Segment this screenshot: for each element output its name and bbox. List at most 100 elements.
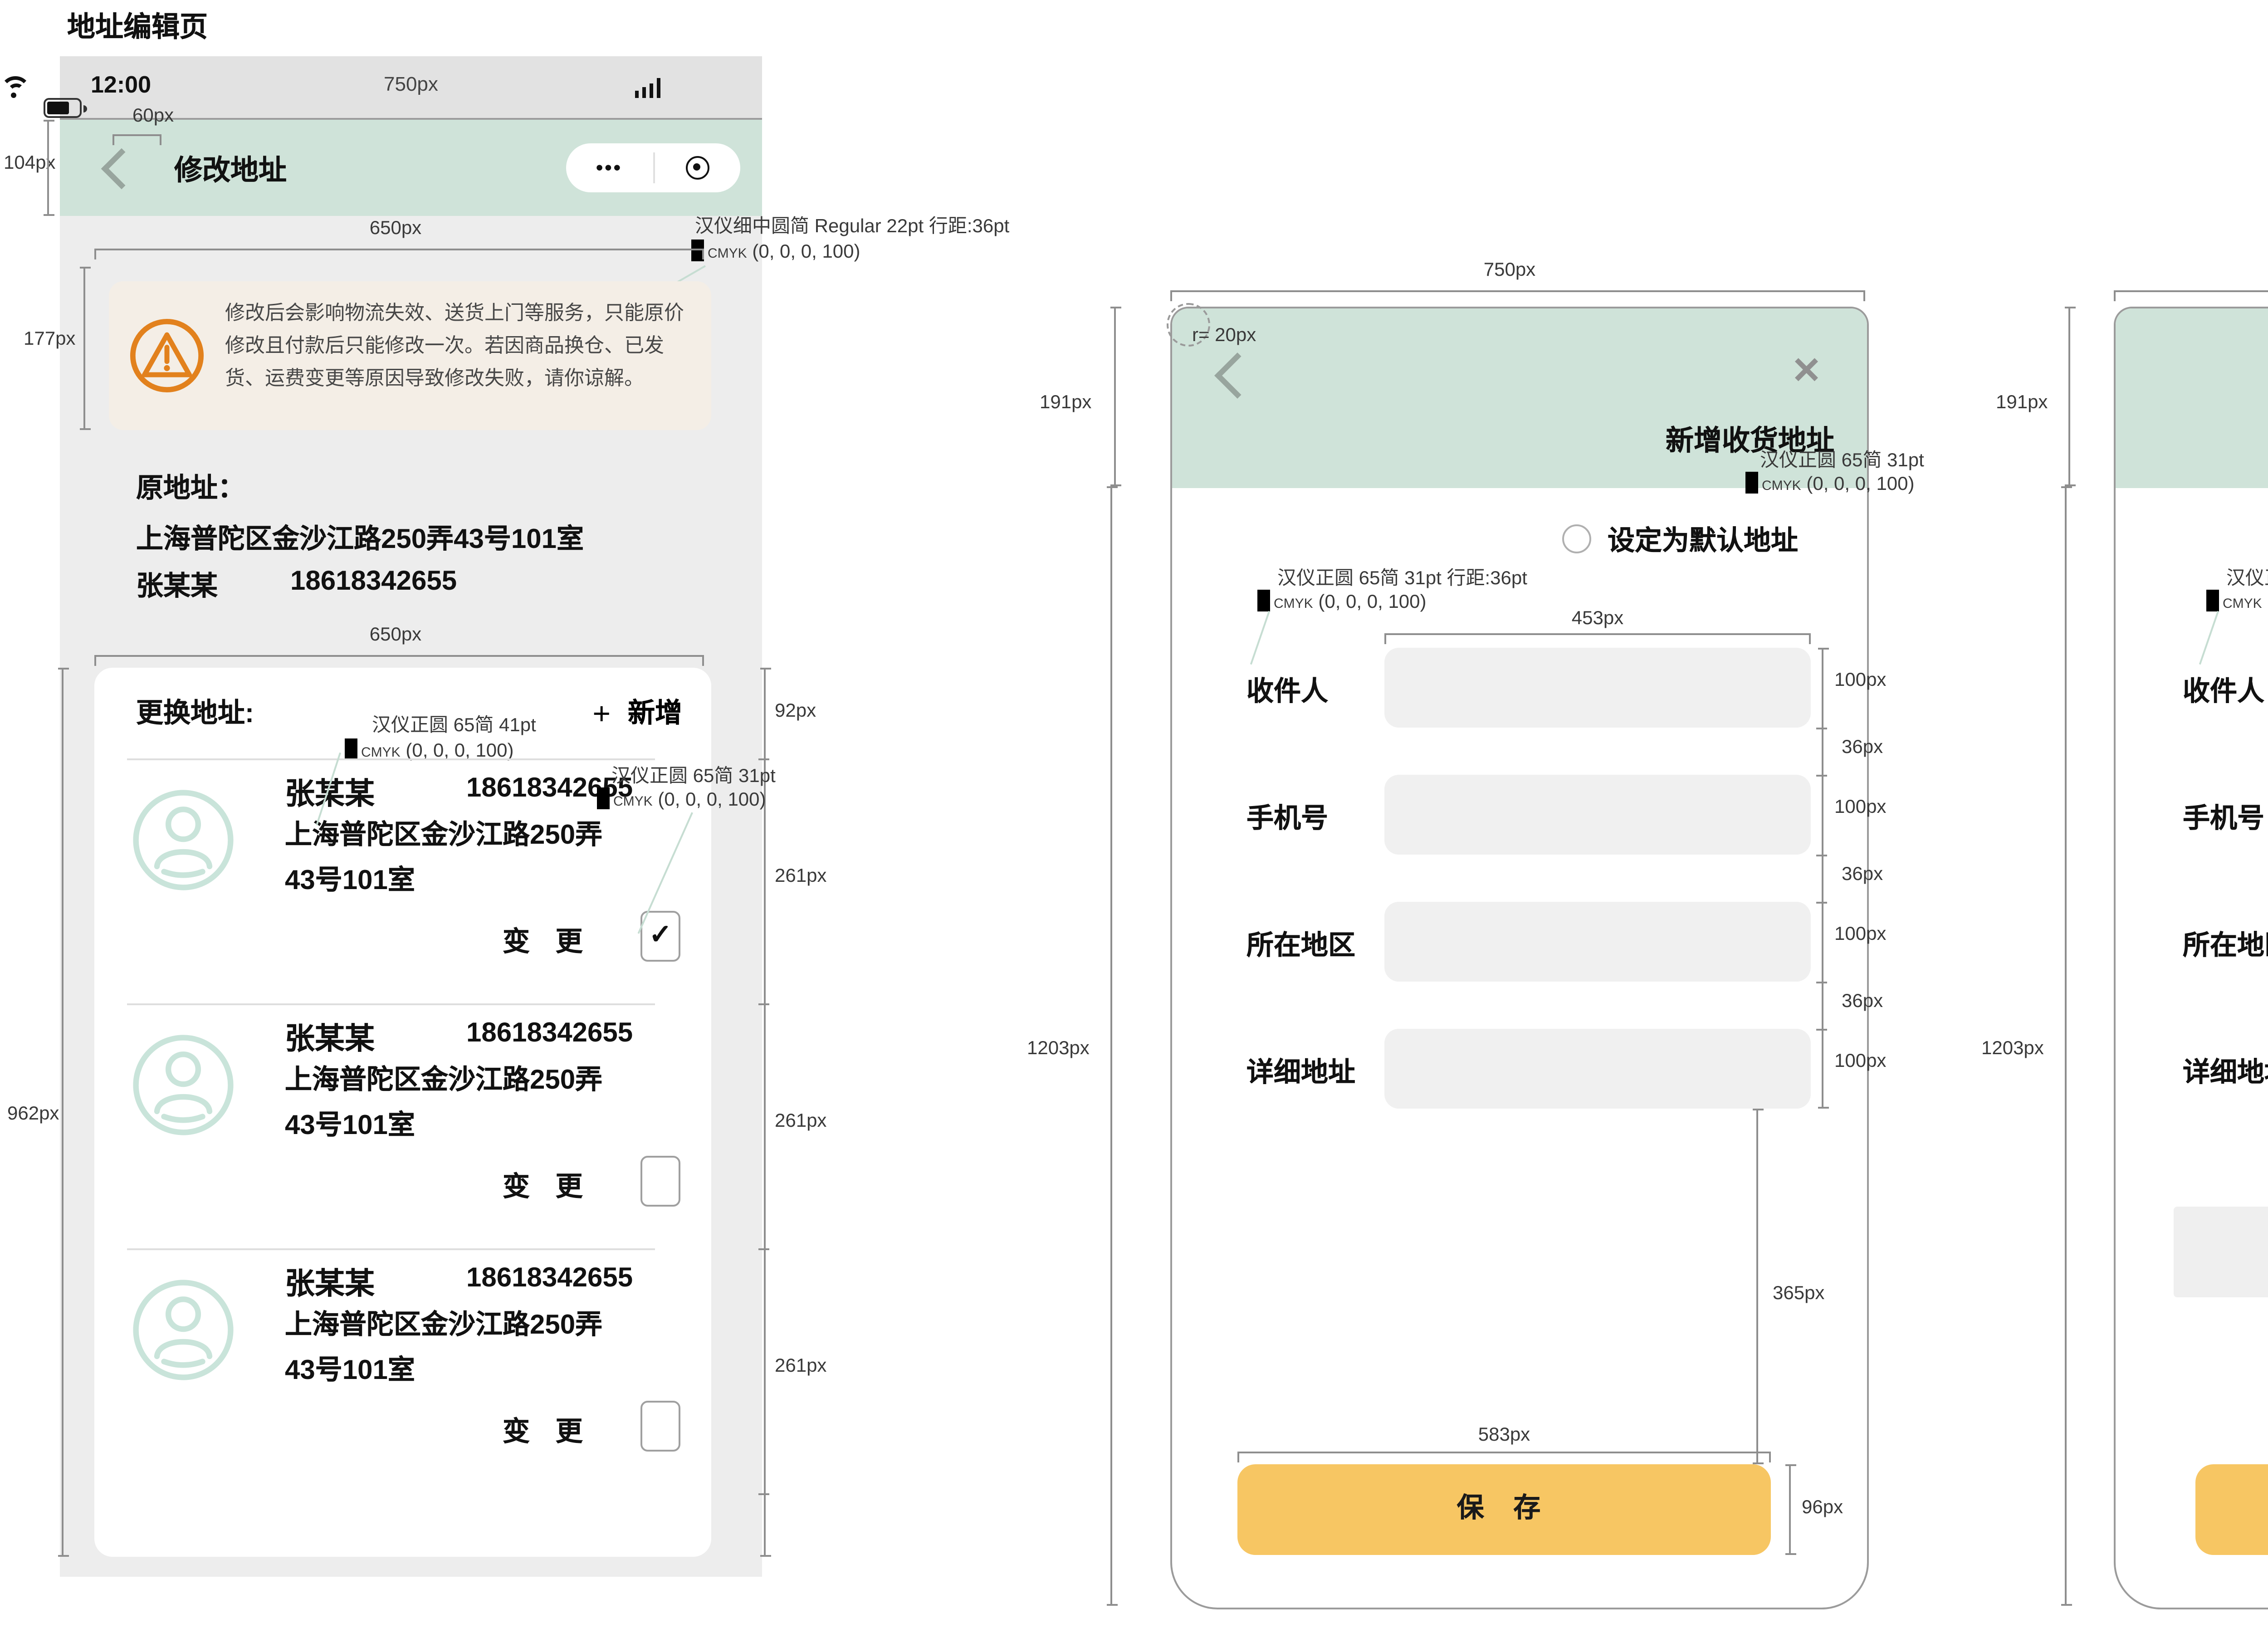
color-swatch	[597, 787, 610, 809]
measure-tick	[758, 1493, 769, 1495]
close-icon[interactable]: ✕	[1791, 348, 1822, 394]
measure-36px: 36px	[1842, 864, 1883, 885]
plus-icon: +	[592, 697, 611, 731]
user-avatar-icon	[131, 1032, 236, 1138]
measure-453px: 453px	[1384, 608, 1811, 630]
change-action[interactable]: 变 更	[503, 1412, 592, 1450]
exit-target-icon[interactable]	[654, 156, 740, 180]
measure-750px: 750px	[1346, 259, 1673, 281]
font-note-bold31: 汉仪正圆 65简 31pt	[611, 762, 776, 789]
measure-365px: 365px	[1773, 1283, 1824, 1305]
add-address-button[interactable]: + 新增	[592, 693, 682, 733]
measure-261px: 261px	[775, 1355, 826, 1377]
color-note-cmyk: CMYK (0, 0, 0, 100)	[1745, 472, 1915, 495]
address-item[interactable]: 张某某 18618342655 上海普陀区金沙江路250弄 43号101室 变 …	[94, 1248, 711, 1493]
field-label: 手机号	[2183, 798, 2264, 836]
recipient-phone: 18618342655	[466, 1018, 633, 1049]
recipient-address-line1: 上海普陀区金沙江路250弄	[285, 1305, 602, 1343]
address-checkbox[interactable]	[640, 1401, 680, 1452]
change-action[interactable]: 变 更	[503, 922, 592, 960]
measure-tick	[1816, 1029, 1827, 1031]
address-checkbox[interactable]	[640, 1156, 680, 1207]
measure-tick	[758, 1248, 769, 1250]
measure-191px: 191px	[1996, 392, 2048, 414]
measure-583px-line	[1237, 1452, 1771, 1453]
measure-583px: 583px	[1237, 1424, 1771, 1446]
user-avatar-icon	[131, 787, 236, 893]
field-label: 收件人	[1246, 671, 1328, 709]
warning-icon	[127, 316, 207, 396]
color-swatch	[1745, 472, 1758, 494]
measure-104px-bracket	[47, 120, 49, 216]
phone-input[interactable]	[1384, 775, 1811, 855]
address-checkbox-checked[interactable]: ✓	[640, 911, 680, 962]
region-input[interactable]	[1384, 902, 1811, 982]
measure-96px-bracket	[1789, 1464, 1791, 1555]
measure-radius: r= 20px	[1192, 325, 1256, 347]
default-address-label[interactable]: 设定为默认地址	[1608, 521, 1798, 559]
measure-36px: 36px	[1842, 991, 1883, 1012]
measure-tick	[1816, 855, 1827, 856]
measure-92px: 92px	[775, 700, 816, 722]
field-label: 详细地址	[2183, 1052, 2268, 1090]
default-address-radio[interactable]	[1562, 524, 1591, 553]
recipient-input[interactable]	[1384, 648, 1811, 728]
measure-650px-2-line	[94, 655, 704, 657]
measure-rows-bracket	[1822, 648, 1823, 1109]
measure-177px: 177px	[24, 328, 75, 350]
change-address-label: 更换地址:	[136, 693, 254, 731]
measure-191px-bracket	[1114, 307, 1116, 486]
measure-650px: 650px	[272, 218, 519, 240]
original-address-label: 原地址：	[136, 468, 245, 506]
color-note-cmyk: CMYK (0, 0, 0, 100)	[597, 787, 766, 811]
address-item[interactable]: 张某某 18618342655 上海普陀区金沙江路250弄 43号101室 变 …	[94, 1003, 711, 1248]
color-swatch	[345, 738, 357, 760]
recipient-address-line2: 43号101室	[285, 860, 415, 898]
measure-96px: 96px	[1802, 1497, 1843, 1519]
measure-60px-bracket	[112, 134, 161, 136]
detail-address-input[interactable]	[1384, 1029, 1811, 1109]
recipient-phone: 18618342655	[466, 1263, 633, 1294]
warning-text: 修改后会影响物流失效、送货上门等服务，只能原价修改且付款后只能修改一次。若因商品…	[225, 299, 693, 397]
measure-1203px: 1203px	[1027, 1038, 1090, 1060]
color-note-cmyk: CMYK (0, 0, 0, 100)	[2206, 590, 2268, 613]
measure-tick	[1816, 902, 1827, 904]
more-dots-icon[interactable]: •••	[566, 157, 652, 179]
measure-191px-bracket	[2068, 307, 2070, 486]
measure-650px-2: 650px	[272, 624, 519, 646]
user-avatar-icon	[131, 1277, 236, 1383]
original-name: 张某某	[136, 566, 218, 604]
recipient-name: 张某某	[285, 1014, 375, 1058]
field-label: 收件人	[2183, 671, 2264, 709]
back-chevron-icon[interactable]	[101, 148, 142, 190]
back-chevron-icon[interactable]	[1214, 352, 1261, 399]
measure-60px: 60px	[132, 105, 174, 127]
original-address-value: 上海普陀区金沙江路250弄43号101室	[136, 519, 584, 557]
miniprogram-capsule[interactable]: •••	[566, 143, 740, 192]
change-action[interactable]: 变 更	[503, 1167, 592, 1205]
recipient-address-line2: 43号101室	[285, 1105, 415, 1143]
save-button[interactable]: 保 存	[1237, 1464, 1771, 1555]
measure-365px-bracket	[1756, 1109, 1758, 1464]
check-icon: ✓	[649, 920, 672, 951]
delete-button[interactable]: 删 除	[2174, 1207, 2268, 1297]
measure-1203px: 1203px	[1981, 1038, 2044, 1060]
recipient-name: 张某某	[285, 1259, 375, 1303]
measure-650px-line	[94, 249, 704, 250]
font-note-bold31lh: 汉仪正圆 65简 31pt 行距:36pt	[2226, 564, 2268, 592]
modal-header: ✕ 地址变更	[2116, 308, 2268, 488]
measure-tick	[758, 758, 769, 760]
color-swatch	[1257, 590, 1270, 611]
original-phone: 18618342655	[290, 566, 457, 597]
nav-title: 修改地址	[174, 149, 287, 189]
warning-banner: 修改后会影响物流失效、送货上门等服务，只能原价修改且付款后只能修改一次。若因商品…	[109, 281, 711, 430]
recipient-address-line1: 上海普陀区金沙江路250弄	[285, 815, 602, 853]
font-note-bold41: 汉仪正圆 65简 41pt	[372, 711, 536, 738]
measure-36px: 36px	[1842, 737, 1883, 758]
signal-icon	[634, 78, 660, 98]
design-canvas: 地址编辑页 12:00 750px 修改地址 ••• 60px 104px 汉仪…	[0, 0, 2268, 1633]
measure-962px-bracket	[62, 668, 64, 1557]
save-button[interactable]: 保 存	[2195, 1464, 2268, 1555]
font-note-bold31: 汉仪正圆 65简 31pt	[1760, 446, 1924, 474]
measure-177px-bracket	[83, 267, 85, 430]
